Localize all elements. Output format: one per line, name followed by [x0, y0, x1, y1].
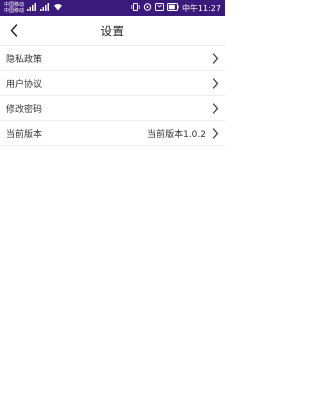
chevron-right-icon: [212, 77, 219, 89]
signal-icon: [40, 3, 50, 13]
status-left: 中国移动 中国移动: [4, 2, 63, 14]
back-button[interactable]: [4, 20, 24, 42]
wifi-icon: [53, 3, 63, 13]
nfc-icon: [143, 3, 152, 13]
carrier-label-2: 中国移动: [4, 8, 25, 14]
chevron-left-icon: [10, 22, 18, 41]
app-header: 设置: [0, 16, 225, 46]
chevron-right-icon: [212, 52, 219, 64]
signal-icon: [27, 3, 37, 13]
status-right: 中午11:27: [131, 3, 221, 14]
carrier-group: 中国移动 中国移动: [4, 2, 24, 14]
settings-item-label: 隐私政策: [6, 54, 43, 65]
settings-item-current-version[interactable]: 当前版本 当前版本1.0.2: [0, 121, 225, 146]
settings-list: 隐私政策 用户协议 修改密码 当前版本 当前版本1.0.2: [0, 46, 225, 146]
settings-item-label: 当前版本: [6, 129, 43, 140]
page-title: 设置: [100, 23, 125, 38]
battery-icon: [166, 3, 179, 13]
chevron-right-icon: [212, 102, 219, 114]
settings-item-label: 用户协议: [6, 79, 43, 90]
settings-item-change-password[interactable]: 修改密码: [0, 96, 225, 121]
settings-item-privacy-policy[interactable]: 隐私政策: [0, 46, 225, 71]
alarm-icon: [154, 3, 164, 13]
settings-item-label: 修改密码: [6, 104, 43, 115]
chevron-right-icon: [212, 127, 219, 139]
vibrate-icon: [131, 3, 140, 13]
status-bar: 中国移动 中国移动 中午11:27: [0, 0, 225, 16]
version-value: 当前版本1.0.2: [147, 129, 206, 140]
status-time: 中午11:27: [181, 3, 221, 13]
settings-item-user-agreement[interactable]: 用户协议: [0, 71, 225, 96]
